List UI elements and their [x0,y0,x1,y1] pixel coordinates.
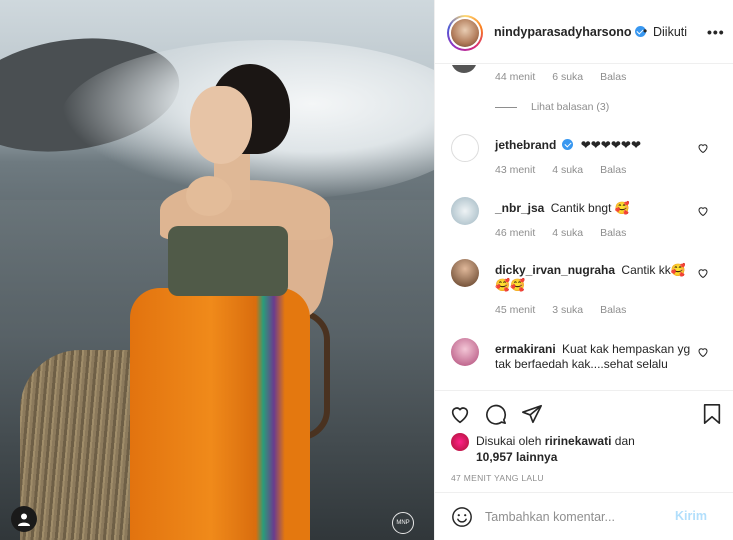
user-icon [18,513,30,526]
comment-likes[interactable]: 4 suka [552,164,583,176]
comment-username[interactable]: dicky_irvan_nugraha [495,263,615,277]
tagged-users-button[interactable] [11,506,37,532]
share-icon[interactable] [521,403,543,425]
liked-by-user[interactable]: ririnekawati [545,434,612,448]
post-header: nindyparasadyharsono • Diikuti ••• [435,0,733,64]
comment-meta: 45 menit 3 suka Balas [495,304,640,316]
liked-by-and: dan [614,434,635,448]
comment-avatar[interactable] [451,197,479,225]
comment-composer: Kirim [435,492,733,540]
liked-by-prefix: Disukai oleh [476,434,542,448]
comments-list[interactable]: 44 menit 6 suka Balas Lihat balasan (3) … [435,65,733,390]
liked-by-avatar[interactable] [451,433,469,451]
comment-body: dicky_irvan_nugraha Cantik kk🥰🥰🥰 [495,263,691,293]
comment-avatar[interactable] [451,65,477,73]
post-timestamp[interactable]: 47 MENIT YANG LALU [451,473,544,483]
comment-meta: 43 menit 4 suka Balas [495,164,640,176]
comment-body: jethebrand ❤❤❤❤❤❤ [495,138,691,153]
author-username[interactable]: nindyparasadyharsono [494,25,646,39]
heart-icon[interactable] [697,205,709,217]
photo-watermark: MNP [392,512,414,534]
comment-avatar[interactable] [451,259,479,287]
send-button[interactable]: Kirim [675,509,707,523]
heart-icon[interactable] [697,346,709,358]
comment-text: ❤❤❤❤❤❤ [580,138,642,152]
comment-avatar[interactable] [451,134,479,162]
photo-top [168,226,288,296]
likes-count[interactable]: 10,957 lainnya [476,450,557,464]
comment-username[interactable]: ermakirani [495,342,556,356]
post-side-panel: nindyparasadyharsono • Diikuti ••• 44 me… [434,0,733,540]
comment-body: _nbr_jsa Cantik bngt 🥰 [495,201,691,216]
comment-time: 45 menit [495,304,536,316]
liked-by-text: Disukai oleh ririnekawati dan 10,957 lai… [476,433,716,465]
comment-body: ermakirani Kuat kak hempaskan yg tak ber… [495,342,691,372]
comment-time: 44 menit [495,71,536,83]
comment-meta: 46 menit 4 suka Balas [495,227,640,239]
photo-skirt [130,288,310,540]
comment-input[interactable] [485,506,665,528]
author-username-text[interactable]: nindyparasadyharsono [494,25,632,39]
heart-icon[interactable] [697,142,709,154]
comment-time: 46 menit [495,227,536,239]
comment-likes[interactable]: 6 suka [552,71,583,83]
photo-hand [186,176,232,216]
comment-username[interactable]: _nbr_jsa [495,201,544,215]
comment-meta: 44 menit 6 suka Balas [495,71,640,83]
view-replies-button[interactable]: Lihat balasan (3) [495,101,609,113]
comment-likes[interactable]: 4 suka [552,227,583,239]
photo-face [190,86,252,164]
comment-reply-button[interactable]: Balas [600,164,626,176]
comment-text: Cantik bngt 🥰 [550,201,630,215]
comment-time: 43 menit [495,164,536,176]
verified-icon [562,139,574,150]
comment-avatar[interactable] [451,338,479,366]
comment-icon[interactable] [485,403,507,425]
bookmark-icon[interactable] [701,403,723,425]
author-avatar[interactable] [447,15,483,51]
heart-icon[interactable] [449,403,471,425]
comment-reply-button[interactable]: Balas [600,304,626,316]
comment-username[interactable]: jethebrand [495,138,556,152]
view-replies-label[interactable]: Lihat balasan (3) [531,101,609,113]
emoji-icon[interactable] [451,506,473,528]
more-icon[interactable]: ••• [707,24,725,40]
comment-reply-button[interactable]: Balas [600,227,626,239]
post-actions: Disukai oleh ririnekawati dan 10,957 lai… [435,390,733,490]
header-separator: • [643,24,648,38]
comment-reply-button[interactable]: Balas [600,71,626,83]
heart-icon[interactable] [697,267,709,279]
comment-likes[interactable]: 3 suka [552,304,583,316]
replies-line [495,106,517,108]
post-photo[interactable]: MNP [0,0,434,540]
following-button[interactable]: Diikuti [653,25,687,39]
